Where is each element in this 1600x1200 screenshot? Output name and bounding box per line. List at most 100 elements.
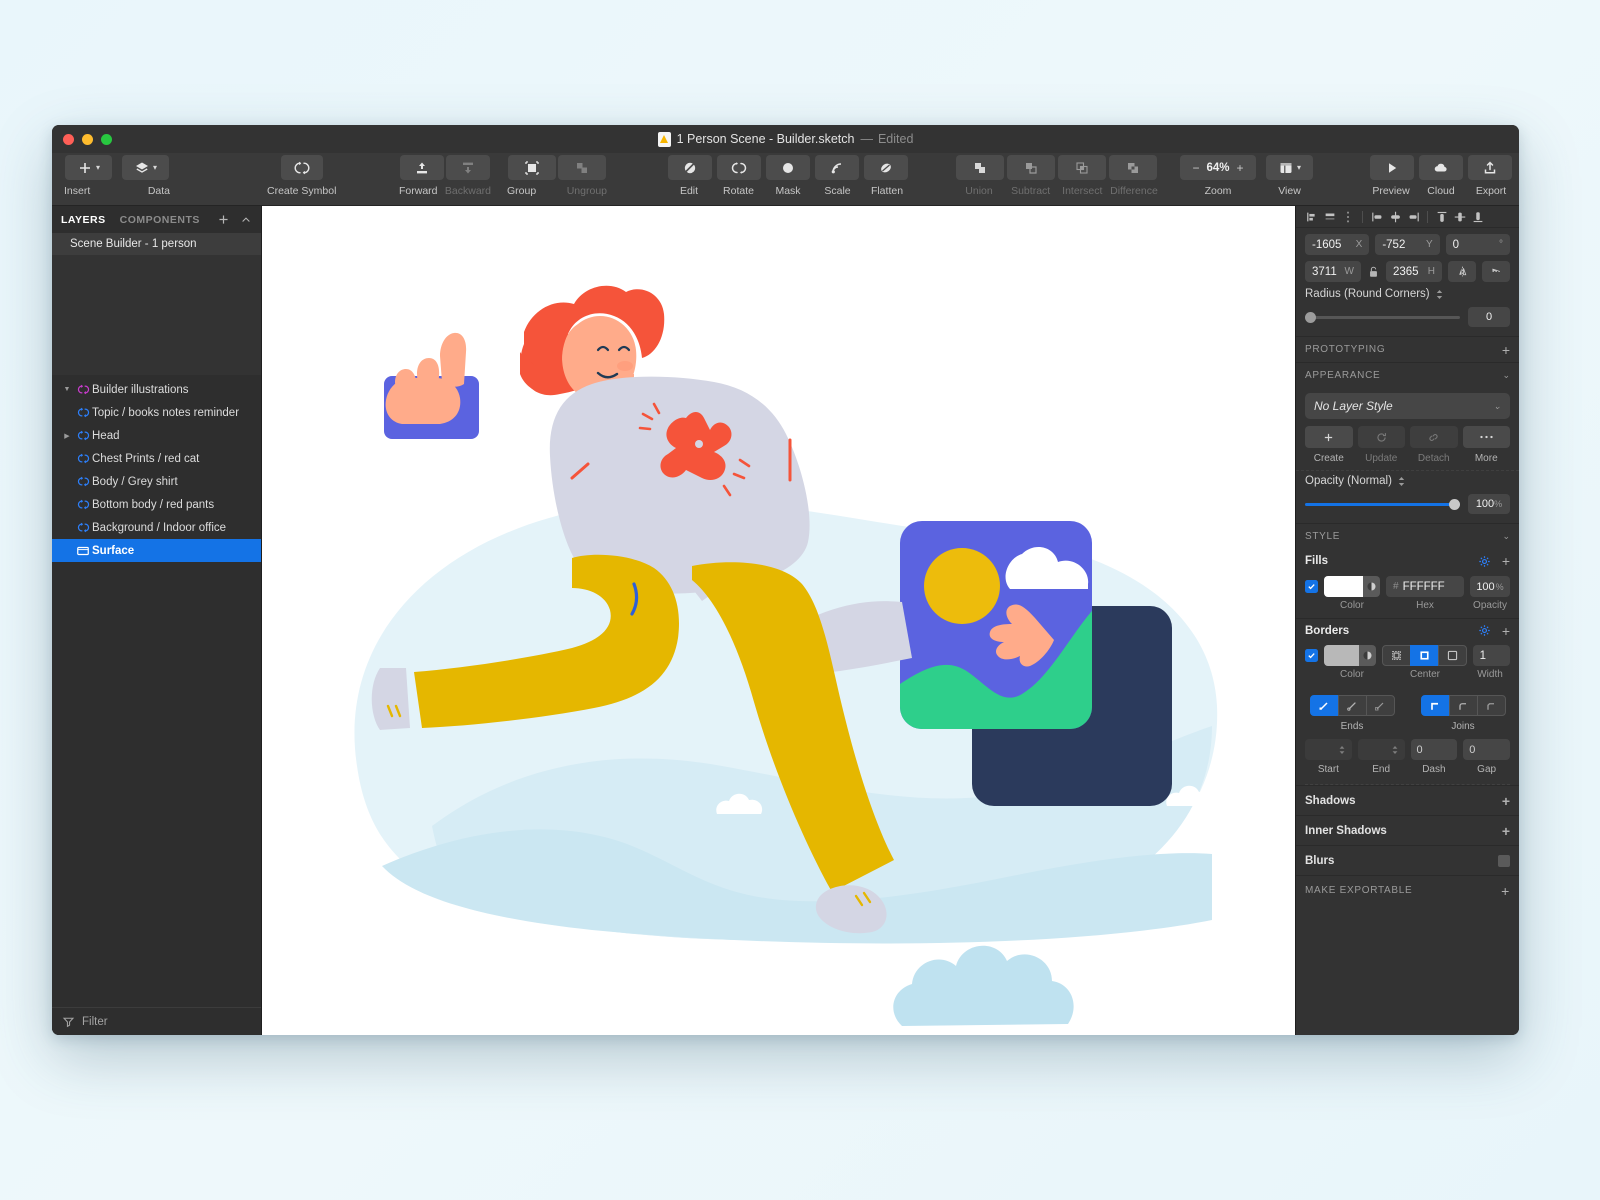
rotate-button[interactable] (717, 155, 761, 180)
add-page-icon[interactable] (217, 213, 230, 226)
fill-color-swatch[interactable] (1324, 576, 1380, 597)
intersect-button[interactable] (1058, 155, 1106, 180)
opacity-slider[interactable] (1305, 498, 1460, 510)
stepper-icon[interactable] (1435, 289, 1444, 300)
export-button[interactable] (1468, 155, 1512, 180)
align-distribute-vertical-icon[interactable] (1340, 209, 1356, 225)
union-button[interactable] (956, 155, 1004, 180)
backward-button[interactable] (446, 155, 490, 180)
zoom-out-icon[interactable]: − (1192, 161, 1199, 175)
maximize-button[interactable] (101, 134, 112, 145)
section-style[interactable]: STYLE ⌄ (1296, 523, 1519, 549)
join-bevel-option[interactable] (1476, 695, 1506, 716)
add-fill-icon[interactable]: + (1502, 554, 1510, 568)
y-field[interactable]: -752 Y (1375, 234, 1440, 255)
insert-button[interactable]: ▾ (65, 155, 112, 180)
subtract-button[interactable] (1007, 155, 1055, 180)
canvas-area[interactable] (262, 206, 1295, 1035)
align-top-icon[interactable] (1434, 209, 1450, 225)
detach-style-action[interactable]: Detach (1410, 426, 1458, 464)
chevron-down-icon[interactable]: ⌄ (1502, 531, 1510, 542)
fill-opacity-field[interactable]: 100% (1470, 576, 1510, 597)
preview-button[interactable] (1370, 155, 1414, 180)
align-center-horizontal-icon[interactable] (1387, 209, 1403, 225)
layer-filter-bar[interactable]: Filter (52, 1007, 261, 1035)
section-appearance[interactable]: APPEARANCE ⌄ (1296, 362, 1519, 388)
disclosure-triangle-closed-icon[interactable]: ▶ (60, 432, 74, 440)
align-left-icon[interactable] (1304, 209, 1320, 225)
opacity-value-field[interactable]: 100% (1468, 494, 1510, 514)
add-inner-shadow-icon[interactable]: + (1502, 824, 1510, 838)
end-arrow-control[interactable]: End (1357, 739, 1405, 775)
view-button[interactable]: ▾ (1266, 155, 1313, 180)
stepper-icon[interactable] (1397, 476, 1406, 487)
align-middle-icon[interactable] (1452, 209, 1468, 225)
section-prototyping[interactable]: PROTOTYPING + (1296, 336, 1519, 362)
border-width-field[interactable]: 1 (1472, 645, 1510, 666)
layer-row-background-indoor-office[interactable]: Background / Indoor office (52, 516, 261, 539)
add-border-icon[interactable]: + (1502, 624, 1510, 638)
page-item-scene-builder[interactable]: Scene Builder - 1 person (52, 233, 261, 255)
start-arrow-control[interactable]: Start (1305, 739, 1352, 775)
end-butt-option[interactable] (1309, 695, 1339, 716)
x-field[interactable]: -1605 X (1305, 234, 1370, 255)
group-button[interactable] (508, 155, 556, 180)
minimize-button[interactable] (82, 134, 93, 145)
layer-row-chest-prints-red-cat[interactable]: Chest Prints / red cat (52, 447, 261, 470)
border-position-segments[interactable] (1381, 645, 1467, 666)
border-center-option[interactable] (1409, 645, 1439, 666)
tab-layers[interactable]: LAYERS (61, 214, 106, 226)
create-style-action[interactable]: Create (1305, 426, 1353, 464)
forward-button[interactable] (400, 155, 444, 180)
align-left-edge-icon[interactable] (1369, 209, 1385, 225)
window-controls[interactable] (63, 134, 112, 145)
create-symbol-button[interactable] (280, 155, 323, 180)
align-right-edge-icon[interactable] (1405, 209, 1421, 225)
zoom-in-icon[interactable]: + (1237, 161, 1244, 175)
rotation-field[interactable]: 0 ° (1445, 234, 1510, 255)
data-button[interactable]: ▾ (122, 155, 169, 180)
add-prototyping-icon[interactable]: + (1502, 343, 1510, 357)
add-shadow-icon[interactable]: + (1502, 794, 1510, 808)
mask-button[interactable] (766, 155, 810, 180)
flip-vertical-button[interactable] (1482, 261, 1510, 282)
border-inside-option[interactable] (1381, 645, 1411, 666)
zoom-control[interactable]: − 64% + (1180, 155, 1256, 180)
layer-row-surface[interactable]: Surface (52, 539, 261, 562)
blur-toggle-icon[interactable] (1498, 854, 1510, 867)
cloud-button[interactable] (1419, 155, 1463, 180)
layer-row-bottom-body-red-pants[interactable]: Bottom body / red pants (52, 493, 261, 516)
edit-button[interactable] (668, 155, 712, 180)
end-round-option[interactable] (1337, 695, 1367, 716)
section-shadows[interactable]: Shadows + (1296, 785, 1519, 815)
layer-row-topic-books-notes-reminder[interactable]: Topic / books notes reminder (52, 401, 261, 424)
chevron-up-icon[interactable] (240, 214, 252, 226)
filter-input[interactable]: Filter (82, 1016, 108, 1028)
end-square-option[interactable] (1365, 695, 1395, 716)
dash-control[interactable]: 0 Dash (1410, 739, 1458, 775)
chevron-down-icon[interactable]: ⌄ (1502, 370, 1510, 381)
gear-icon[interactable] (1478, 624, 1491, 637)
width-field[interactable]: 3711 W (1305, 261, 1361, 282)
ungroup-button[interactable] (558, 155, 606, 180)
layer-row-head[interactable]: ▶ Head (52, 424, 261, 447)
fill-enabled-checkbox[interactable] (1305, 580, 1318, 593)
tab-components[interactable]: COMPONENTS (120, 214, 200, 226)
flip-horizontal-button[interactable] (1448, 261, 1476, 282)
add-export-icon[interactable]: + (1501, 884, 1510, 898)
fill-hex-field[interactable]: # FFFFFF (1386, 576, 1464, 597)
radius-slider[interactable] (1305, 311, 1460, 323)
border-enabled-checkbox[interactable] (1305, 649, 1318, 662)
height-field[interactable]: 2365 H (1386, 261, 1442, 282)
join-round-option[interactable] (1448, 695, 1478, 716)
align-distribute-horizontal-icon[interactable] (1322, 209, 1338, 225)
layer-row-body-grey-shirt[interactable]: Body / Grey shirt (52, 470, 261, 493)
radius-value-field[interactable]: 0 (1468, 307, 1510, 327)
align-bottom-icon[interactable] (1470, 209, 1486, 225)
section-inner-shadows[interactable]: Inner Shadows + (1296, 815, 1519, 845)
border-outside-option[interactable] (1437, 645, 1467, 666)
lock-open-icon[interactable] (1367, 266, 1380, 278)
gap-control[interactable]: 0 Gap (1463, 739, 1510, 775)
disclosure-triangle-open-icon[interactable]: ▼ (60, 386, 74, 393)
gear-icon[interactable] (1478, 555, 1491, 568)
